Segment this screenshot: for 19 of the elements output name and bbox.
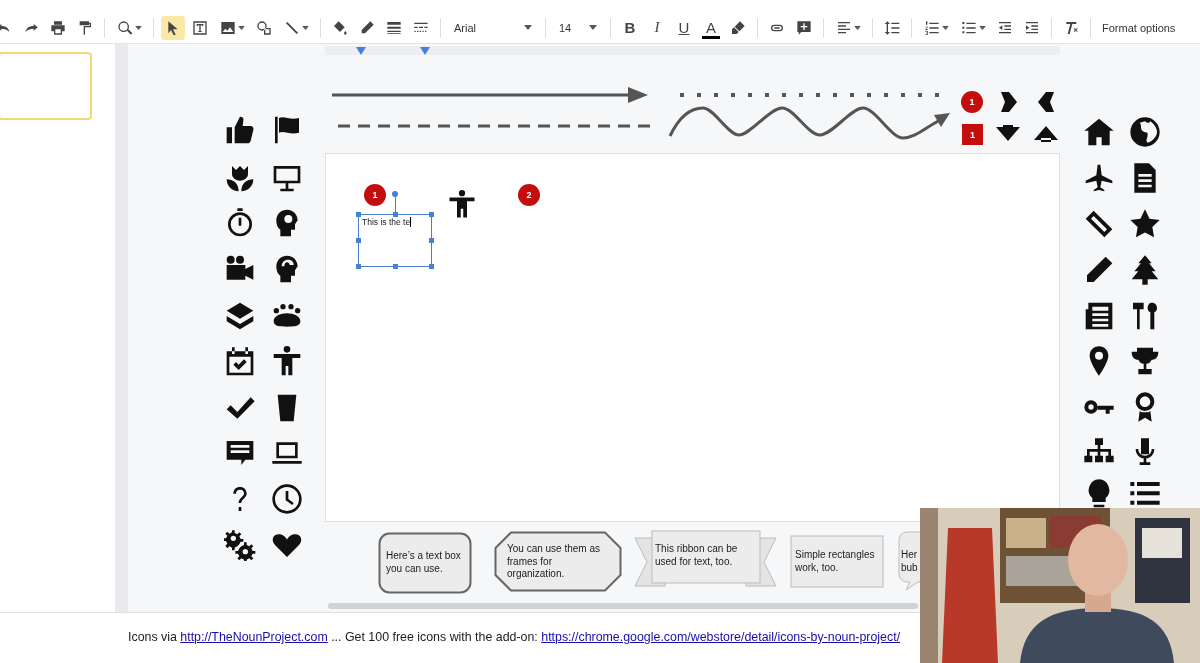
font-size-dropdown[interactable]: 14 (553, 15, 603, 40)
text-color-button[interactable]: A (699, 15, 723, 40)
font-dropdown[interactable]: Arial (448, 15, 538, 40)
number-badge[interactable]: 1 (364, 184, 386, 206)
shape-text: Her bub (901, 549, 918, 574)
shape-text: This ribbon can be used for text, too. (655, 543, 738, 568)
shape-text: Here’s a text box you can use. (386, 550, 461, 575)
format-button[interactable]: U (672, 15, 696, 40)
notes-link[interactable]: http://TheNounProject.com (180, 630, 328, 644)
shape-text: You can use them as frames for organization. (507, 543, 601, 581)
slide-canvas[interactable]: 1 2 This is the te (325, 153, 1060, 522)
number-badge[interactable]: 2 (518, 184, 540, 206)
number-badge[interactable]: 1 (961, 91, 983, 113)
format-button[interactable]: I (645, 15, 669, 40)
format-options-button[interactable]: Format options (1098, 15, 1180, 40)
notes-link[interactable]: https://chrome.google.com/webstore/detail/icons-by-noun-project/ (541, 630, 901, 644)
shape-text: Simple rectangles work, too. (795, 549, 875, 574)
format-button[interactable]: B (618, 15, 642, 40)
number-square[interactable]: 1 (962, 124, 983, 145)
